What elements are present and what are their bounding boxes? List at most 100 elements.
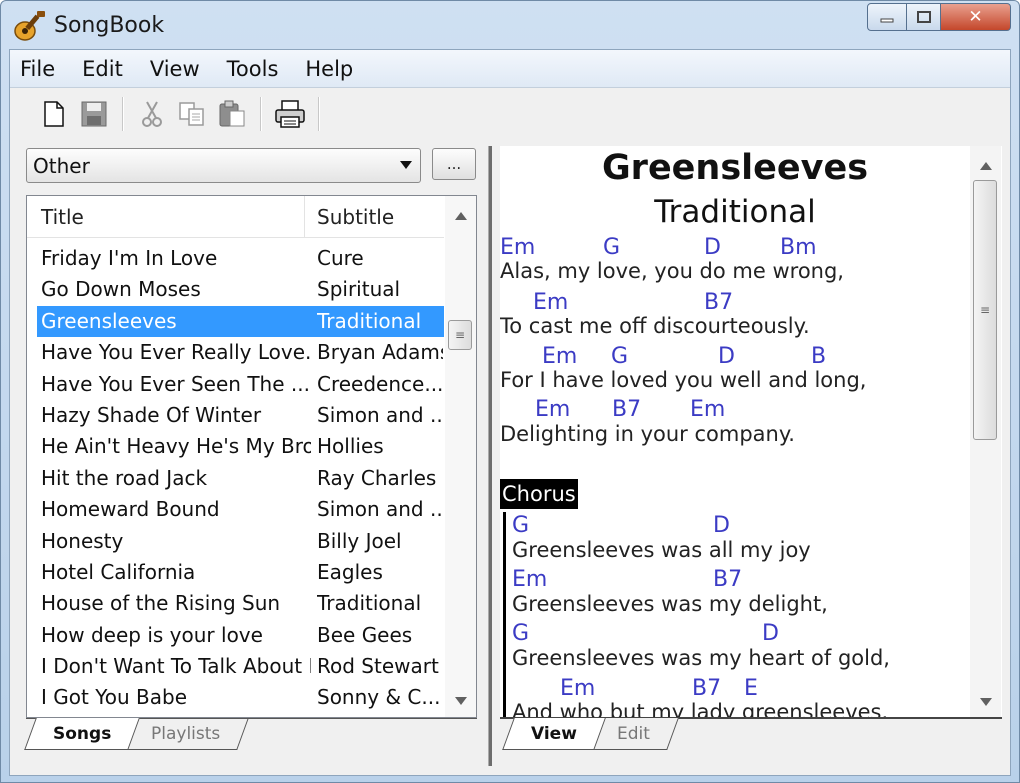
songbook-window: SongBook ✕ File Edit View Tools Help Oth… [0,0,1020,783]
chord-line: Em G D B [500,344,826,370]
chord-line: Em B7 E [512,676,758,702]
song-list-row[interactable]: Hit the road Jack Ray Charles [37,463,444,494]
save-button[interactable] [74,94,114,134]
toolbar [10,89,1010,139]
chord: D [762,621,779,646]
scroll-down-icon[interactable] [980,698,992,706]
song-list-row[interactable]: He Ain't Heavy He's My Bro... Hollies [37,431,444,462]
lyric-line: To cast me off discourteously. [500,314,810,338]
song-list-row[interactable]: I Don't Want To Talk About It Rod Stewart [37,651,444,682]
scroll-up-icon[interactable] [455,212,467,220]
tab-edit-label: Edit [617,723,651,744]
chord: B7 [692,676,722,701]
menu-file[interactable]: File [20,57,55,81]
chord: D [704,235,721,260]
chorus-label: Chorus [500,479,578,509]
chord: B7 [612,397,642,422]
column-header-title[interactable]: Title [41,196,84,238]
song-subtitle-cell: Rod Stewart [317,654,439,679]
toolbar-separator [260,97,262,131]
chord-line: Em B7 Em [500,397,725,423]
chord: Em [533,290,569,315]
maximize-button[interactable] [907,3,941,31]
cut-button[interactable] [132,94,172,134]
left-tab-strip: Songs Playlists [24,718,250,754]
paste-button[interactable] [212,94,252,134]
menu-edit[interactable]: Edit [82,57,123,81]
song-list-row[interactable]: Go Down Moses Spiritual [37,274,444,305]
song-subtitle-cell: Bryan Adams [317,340,443,365]
scroll-thumb[interactable]: ≡ [448,320,472,350]
lyric-line: Greensleeves was all my joy [512,538,811,562]
song-title-cell: Hit the road Jack [41,465,208,490]
song-list-row[interactable]: Have You Ever Seen The ... Creedence... [37,369,444,400]
menu-tools[interactable]: Tools [227,57,279,81]
song-title-cell: Have You Ever Seen The ... [41,371,310,396]
viewer-scrollbar[interactable]: ≡ [970,146,1001,718]
song-list: Title Subtitle Friday I'm In Love Cure Go … [26,195,477,718]
chord: B [811,344,827,369]
menu-help[interactable]: Help [305,57,353,81]
chord: Em [500,235,536,260]
song-title-cell: He Ain't Heavy He's My Bro... [41,434,311,459]
tab-songs[interactable]: Songs [24,718,141,750]
new-button[interactable] [34,94,74,134]
song-subtitle-cell: Traditional [317,308,422,333]
close-button[interactable]: ✕ [941,3,1011,31]
song-subtitle-cell: Hollies [317,434,384,459]
chord: D [718,344,735,369]
scroll-thumb[interactable]: ≡ [973,180,997,440]
song-subtitle-cell: Creedence... [317,371,443,396]
minimize-button[interactable] [867,3,907,31]
song-title-cell: Homeward Bound [41,497,220,522]
menu-view[interactable]: View [150,57,200,81]
song-list-header: Title Subtitle [27,196,444,238]
song-viewer: Greensleeves Traditional Em G D Bm Alas,… [500,146,1002,718]
song-list-scrollbar[interactable]: ≡ [445,196,476,717]
chord: Em [512,567,548,592]
song-title-cell: Friday I'm In Love [41,246,218,270]
paste-icon [219,100,245,127]
song-list-row[interactable]: Homeward Bound Simon and ... [37,494,444,525]
title-bar[interactable]: SongBook ✕ [1,1,1019,49]
song-list-row[interactable]: Hotel California Eagles [37,557,444,588]
lyric-line: Delighting in your company. [500,422,795,446]
column-header-subtitle[interactable]: Subtitle [317,196,394,238]
close-icon: ✕ [968,7,983,27]
song-title-cell: Greensleeves [41,308,177,333]
new-icon [44,101,64,127]
menu-bar: File Edit View Tools Help [10,50,1010,88]
tab-view[interactable]: View [502,718,606,750]
chord: Em [560,676,596,701]
scroll-up-icon[interactable] [980,162,992,170]
lyric-line: Greensleeves was my heart of gold, [512,646,890,670]
chord: E [744,676,758,701]
pane-splitter[interactable] [488,146,492,766]
category-dropdown[interactable]: Other [26,148,421,183]
song-list-row[interactable]: House of the Rising Sun Traditional [37,588,444,619]
song-title: Greensleeves [601,148,869,188]
song-list-row[interactable]: Honesty Billy Joel [37,526,444,557]
song-subtitle: Traditional [654,194,816,230]
song-list-row[interactable]: How deep is your love Bee Gees [37,620,444,651]
tab-view-label: View [531,723,578,744]
category-browse-button[interactable]: ... [432,148,476,180]
song-list-row[interactable]: Friday I'm In Love Cure [37,243,444,274]
song-list-row[interactable]: Greensleeves Traditional [37,305,444,338]
chevron-down-icon [400,161,412,169]
copy-icon [179,102,204,126]
chord: G [512,621,530,646]
tab-playlists[interactable]: Playlists [122,718,250,750]
lyric-line: And who but my lady greensleeves. [512,700,889,718]
song-list-row[interactable]: Have You Ever Really Love... Bryan Adams [37,337,444,368]
song-list-row[interactable]: Hazy Shade Of Winter Simon and ... [37,400,444,431]
scroll-down-icon[interactable] [455,697,467,705]
chord-line: Em G D Bm [500,235,817,261]
print-button[interactable] [270,94,310,134]
song-list-row[interactable]: I Got You Babe Sonny & C... [37,682,444,713]
copy-button[interactable] [172,94,212,134]
song-subtitle-cell: Traditional [317,591,422,616]
column-divider[interactable] [304,196,305,238]
chord-line: G D [512,513,730,539]
category-selected-value: Other [33,153,90,178]
